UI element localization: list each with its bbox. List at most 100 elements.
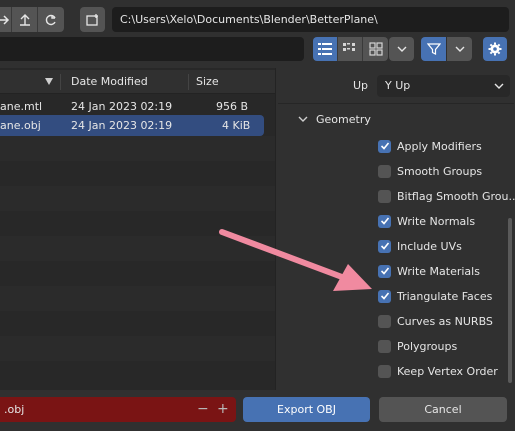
sort-desc-icon[interactable] xyxy=(45,78,53,85)
decrement-filename-button[interactable]: − xyxy=(197,397,209,422)
option-label: Write Materials xyxy=(397,264,480,278)
export-options-panel: Up Y Up Geometry Apply Modifiers Smooth … xyxy=(275,68,515,390)
filter-icon xyxy=(426,43,441,55)
option-label: Curves as NURBS xyxy=(397,314,493,328)
option-bitflag-smooth-groups[interactable]: Bitflag Smooth Grou... xyxy=(378,187,515,205)
empty-row xyxy=(0,336,275,361)
list-view-icon xyxy=(318,43,332,55)
option-polygroups[interactable]: Polygroups xyxy=(378,337,457,355)
checkbox-unchecked[interactable] xyxy=(378,364,391,378)
display-settings-dropdown[interactable] xyxy=(389,37,414,61)
empty-row xyxy=(0,361,275,386)
directory-path-field[interactable]: C:\Users\Xelo\Documents\Blender\BetterPl… xyxy=(112,7,509,32)
empty-row xyxy=(0,211,275,236)
option-label: Keep Vertex Order xyxy=(397,364,498,378)
option-curves-as-nurbs[interactable]: Curves as NURBS xyxy=(378,312,493,330)
empty-row xyxy=(0,286,275,311)
filename-field[interactable]: .obj − + xyxy=(0,397,236,422)
filename-value: .obj xyxy=(4,403,25,416)
forward-icon xyxy=(0,14,9,25)
checkmark-icon xyxy=(380,142,389,150)
checkbox-unchecked[interactable] xyxy=(378,164,391,178)
geometry-section-header[interactable]: Geometry xyxy=(298,110,371,128)
file-date: 24 Jan 2023 02:19 xyxy=(71,100,173,113)
parent-folder-icon xyxy=(19,13,30,26)
refresh-button[interactable] xyxy=(38,7,64,32)
geometry-section-title: Geometry xyxy=(316,112,371,126)
filter-settings-dropdown[interactable] xyxy=(447,37,472,61)
up-axis-value: Y Up xyxy=(385,79,411,92)
file-name: ane.mtl xyxy=(0,100,43,113)
chevron-down-icon xyxy=(455,46,464,52)
empty-row xyxy=(0,236,275,261)
file-name: ane.obj xyxy=(0,119,41,132)
option-smooth-groups[interactable]: Smooth Groups xyxy=(378,162,482,180)
thumbnail-list-icon xyxy=(343,43,355,51)
empty-row xyxy=(0,261,275,286)
section-divider xyxy=(278,103,514,104)
display-mode-group xyxy=(313,37,388,61)
vertical-list-button[interactable] xyxy=(313,37,338,61)
file-date: 24 Jan 2023 02:19 xyxy=(71,119,173,132)
new-folder-button[interactable] xyxy=(80,7,105,32)
file-row-selected[interactable]: ane.obj 24 Jan 2023 02:19 4 KiB xyxy=(0,115,264,136)
sidebar-toggle-button[interactable] xyxy=(483,37,507,61)
option-triangulate-faces[interactable]: Triangulate Faces xyxy=(378,287,492,305)
option-keep-vertex-order[interactable]: Keep Vertex Order xyxy=(378,362,498,380)
checkmark-icon xyxy=(380,217,389,225)
file-size: 4 KiB xyxy=(222,119,251,132)
file-browser-footer: .obj − + Export OBJ Cancel xyxy=(0,390,515,431)
option-label: Write Normals xyxy=(397,214,476,228)
file-list: Date Modified Size ane.mtl 24 Jan 2023 0… xyxy=(0,68,275,390)
thumbnails-button[interactable] xyxy=(363,37,388,61)
up-axis-select[interactable]: Y Up xyxy=(377,75,510,97)
column-separator[interactable] xyxy=(60,74,61,90)
file-size: 956 B xyxy=(216,100,249,113)
file-list-header: Date Modified Size xyxy=(0,70,275,94)
chevron-down-icon xyxy=(298,116,308,122)
cancel-button[interactable]: Cancel xyxy=(379,397,507,422)
option-apply-modifiers[interactable]: Apply Modifiers xyxy=(378,137,482,155)
column-size[interactable]: Size xyxy=(196,75,219,88)
navigation-buttons xyxy=(0,7,64,32)
parent-directory-button[interactable] xyxy=(12,7,38,32)
option-label: Smooth Groups xyxy=(397,164,483,178)
forward-button[interactable] xyxy=(0,7,12,32)
checkbox-checked[interactable] xyxy=(378,264,391,278)
empty-row xyxy=(0,311,275,336)
empty-row xyxy=(0,136,275,161)
empty-row xyxy=(0,161,275,186)
panel-scrollbar[interactable] xyxy=(508,218,512,383)
filter-toggle-button[interactable] xyxy=(421,37,446,61)
new-folder-icon xyxy=(85,13,98,26)
checkmark-icon xyxy=(380,242,389,250)
grid-view-icon xyxy=(368,42,383,56)
column-date-modified[interactable]: Date Modified xyxy=(71,75,148,88)
export-obj-button[interactable]: Export OBJ xyxy=(243,397,370,422)
chevron-down-icon xyxy=(494,83,504,89)
option-label: Polygroups xyxy=(397,339,458,353)
checkmark-icon xyxy=(380,267,389,275)
checkmark-icon xyxy=(380,292,389,300)
option-label: Include UVs xyxy=(397,239,462,253)
checkbox-checked[interactable] xyxy=(378,139,391,153)
option-write-materials[interactable]: Write Materials xyxy=(378,262,480,280)
checkbox-checked[interactable] xyxy=(378,239,391,253)
checkbox-unchecked[interactable] xyxy=(378,339,391,353)
gear-icon xyxy=(488,42,502,56)
filename-filter-field[interactable] xyxy=(0,37,304,61)
column-separator[interactable] xyxy=(188,74,189,90)
increment-filename-button[interactable]: + xyxy=(217,397,229,422)
checkbox-unchecked[interactable] xyxy=(378,189,391,203)
chevron-down-icon xyxy=(397,46,406,52)
refresh-icon xyxy=(45,14,56,25)
option-write-normals[interactable]: Write Normals xyxy=(378,212,475,230)
option-label: Bitflag Smooth Grou... xyxy=(397,189,515,203)
horizontal-list-button[interactable] xyxy=(338,37,363,61)
checkbox-checked[interactable] xyxy=(378,289,391,303)
option-label: Apply Modifiers xyxy=(397,139,482,153)
checkbox-unchecked[interactable] xyxy=(378,314,391,328)
file-browser-toolbar: C:\Users\Xelo\Documents\Blender\BetterPl… xyxy=(0,0,515,68)
checkbox-checked[interactable] xyxy=(378,214,391,228)
option-include-uvs[interactable]: Include UVs xyxy=(378,237,462,255)
